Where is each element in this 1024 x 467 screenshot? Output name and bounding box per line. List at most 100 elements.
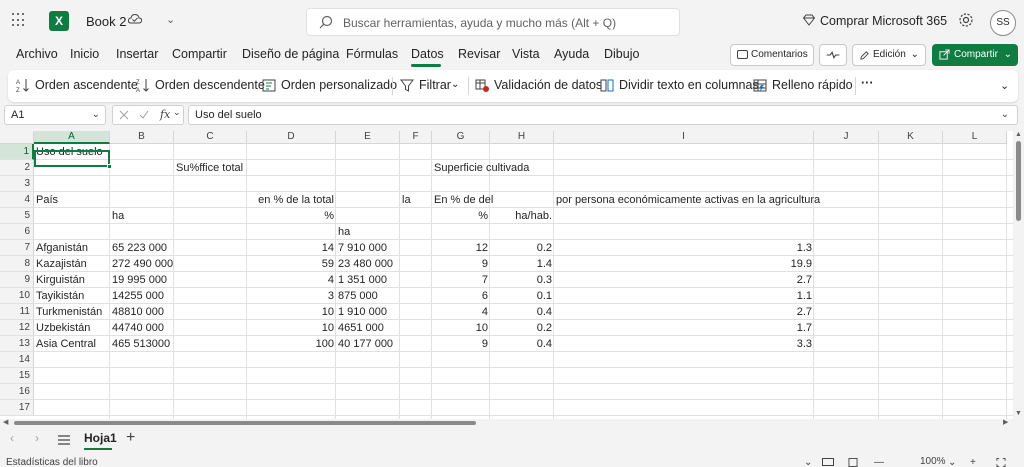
cell-h10[interactable]: 0.1 bbox=[490, 288, 554, 304]
row-header-11[interactable]: 11 bbox=[0, 304, 34, 320]
cell-i13[interactable]: 3.3 bbox=[554, 336, 814, 352]
ribbon-expand-chevron-icon[interactable]: ⌄ bbox=[1000, 79, 1009, 92]
cell-g4[interactable]: En % de del bbox=[432, 192, 493, 208]
share-button[interactable]: Compartir ⌄ bbox=[932, 44, 1018, 66]
cell-i8[interactable]: 19.9 bbox=[554, 256, 814, 272]
next-sheet-chevron-icon[interactable]: › bbox=[35, 431, 39, 445]
cell-b12[interactable]: 44740 000 bbox=[110, 320, 166, 336]
cell-e7[interactable]: 7 910 000 bbox=[336, 240, 389, 256]
row-header-2[interactable]: 2 bbox=[0, 160, 34, 176]
split-text-to-columns-button[interactable]: Dividir texto en columnas bbox=[619, 78, 759, 92]
row-header-9[interactable]: 9 bbox=[0, 272, 34, 288]
cell-g2[interactable]: Superficie cultivada bbox=[432, 160, 529, 176]
horizontal-scroll-thumb[interactable] bbox=[14, 421, 476, 425]
tab-datos[interactable]: Datos bbox=[411, 47, 444, 61]
workbook-title[interactable]: Book 2 bbox=[86, 14, 126, 29]
cell-style-icon[interactable] bbox=[848, 458, 858, 467]
row-header-7[interactable]: 7 bbox=[0, 240, 34, 256]
cell-a9[interactable]: Kirguistán bbox=[34, 272, 87, 288]
row-header-12[interactable]: 12 bbox=[0, 320, 34, 336]
cell-b9[interactable]: 19 995 000 bbox=[110, 272, 169, 288]
select-all-corner[interactable] bbox=[0, 131, 34, 144]
cell-a12[interactable]: Uzbekistán bbox=[34, 320, 92, 336]
flash-fill-button[interactable]: Relleno rápido bbox=[772, 78, 853, 92]
prev-sheet-chevron-icon[interactable]: ‹ bbox=[10, 431, 14, 445]
cell-a10[interactable]: Tayikistán bbox=[34, 288, 86, 304]
cell-g12[interactable]: 10 bbox=[432, 320, 490, 336]
cell-a7[interactable]: Afganistán bbox=[34, 240, 90, 256]
row-header-5[interactable]: 5 bbox=[0, 208, 34, 224]
column-header-g[interactable]: G bbox=[432, 131, 490, 144]
custom-sort-button[interactable]: Orden personalizado bbox=[281, 78, 397, 92]
sort-ascending-button[interactable]: Orden ascendente bbox=[35, 78, 138, 92]
cell-e9[interactable]: 1 351 000 bbox=[336, 272, 389, 288]
cell-e12[interactable]: 4651 000 bbox=[336, 320, 386, 336]
sheet-tab-hoja1[interactable]: Hoja1 bbox=[80, 431, 121, 445]
cell-d5[interactable]: % bbox=[247, 208, 336, 224]
cell-g13[interactable]: 9 bbox=[432, 336, 490, 352]
fullscreen-icon[interactable] bbox=[996, 458, 1006, 467]
scroll-left-arrow-icon[interactable]: ◀ bbox=[3, 418, 8, 426]
keyboard-icon[interactable] bbox=[822, 458, 834, 466]
confirm-check-icon[interactable] bbox=[139, 110, 149, 120]
name-box[interactable]: A1 ⌄ bbox=[4, 105, 106, 125]
cell-h8[interactable]: 1.4 bbox=[490, 256, 554, 272]
row-header-17[interactable]: 17 bbox=[0, 400, 34, 416]
more-options-icon[interactable]: ··· bbox=[861, 76, 874, 90]
cell-h12[interactable]: 0.2 bbox=[490, 320, 554, 336]
tab-dibujo[interactable]: Dibujo bbox=[604, 47, 639, 61]
status-chevron-down-icon[interactable]: ⌄ bbox=[804, 457, 812, 467]
cell-g10[interactable]: 6 bbox=[432, 288, 490, 304]
cell-h9[interactable]: 0.3 bbox=[490, 272, 554, 288]
cell-d12[interactable]: 10 bbox=[247, 320, 336, 336]
cell-d10[interactable]: 3 bbox=[247, 288, 336, 304]
app-launcher-icon[interactable] bbox=[12, 13, 26, 27]
cell-b13[interactable]: 465 513000 bbox=[110, 336, 172, 352]
row-header-14[interactable]: 14 bbox=[0, 352, 34, 368]
row-header-8[interactable]: 8 bbox=[0, 256, 34, 272]
tab-formulas[interactable]: Fórmulas bbox=[346, 47, 398, 61]
cell-e13[interactable]: 40 177 000 bbox=[336, 336, 395, 352]
tab-vista[interactable]: Vista bbox=[512, 47, 540, 61]
tab-ayuda[interactable]: Ayuda bbox=[554, 47, 589, 61]
row-header-3[interactable]: 3 bbox=[0, 176, 34, 192]
buy-microsoft-365-link[interactable]: Comprar Microsoft 365 bbox=[820, 14, 947, 28]
cell-g8[interactable]: 9 bbox=[432, 256, 490, 272]
tab-compartir[interactable]: Compartir bbox=[172, 47, 227, 61]
cell-e10[interactable]: 875 000 bbox=[336, 288, 380, 304]
tab-insertar[interactable]: Insertar bbox=[116, 47, 158, 61]
tab-inicio[interactable]: Inicio bbox=[70, 47, 99, 61]
row-header-16[interactable]: 16 bbox=[0, 384, 34, 400]
filter-chevron-down-icon[interactable]: ⌄ bbox=[451, 79, 459, 90]
comments-button[interactable]: Comentarios bbox=[730, 44, 814, 66]
fx-chevron-down-icon[interactable]: ⌄ bbox=[173, 107, 181, 118]
column-header-i[interactable]: I bbox=[554, 131, 814, 144]
cell-g11[interactable]: 4 bbox=[432, 304, 490, 320]
search-box[interactable]: Buscar herramientas, ayuda y mucho más (… bbox=[306, 8, 680, 36]
editing-mode-button[interactable]: Edición ⌄ bbox=[852, 44, 926, 66]
cell-h5[interactable]: ha/hab. bbox=[490, 208, 554, 224]
cell-a4[interactable]: País bbox=[34, 192, 60, 208]
cell-i9[interactable]: 2.7 bbox=[554, 272, 814, 288]
cell-g5[interactable]: % bbox=[432, 208, 490, 224]
cell-g7[interactable]: 12 bbox=[432, 240, 490, 256]
cell-i10[interactable]: 1.1 bbox=[554, 288, 814, 304]
cell-e6[interactable]: ha bbox=[336, 224, 352, 240]
cell-d4[interactable]: en % de la total bbox=[247, 192, 336, 208]
column-header-a[interactable]: A bbox=[34, 131, 110, 144]
gear-icon[interactable] bbox=[958, 12, 974, 28]
cell-b8[interactable]: 272 490 000 bbox=[110, 256, 175, 272]
vertical-scroll-thumb[interactable] bbox=[1016, 141, 1021, 221]
cell-e8[interactable]: 23 480 000 bbox=[336, 256, 395, 272]
cell-h13[interactable]: 0.4 bbox=[490, 336, 554, 352]
row-header-13[interactable]: 13 bbox=[0, 336, 34, 352]
tab-revisar[interactable]: Revisar bbox=[458, 47, 500, 61]
zoom-chevron-down-icon[interactable]: ⌄ bbox=[948, 457, 956, 467]
cell-d8[interactable]: 59 bbox=[247, 256, 336, 272]
row-header-10[interactable]: 10 bbox=[0, 288, 34, 304]
sort-descending-button[interactable]: Orden descendente bbox=[155, 78, 265, 92]
cell-i4[interactable]: por persona económicamente activas en la… bbox=[554, 192, 820, 208]
cell-a8[interactable]: Kazajistán bbox=[34, 256, 89, 272]
row-header-4[interactable]: 4 bbox=[0, 192, 34, 208]
formula-input[interactable]: Uso del suelo ⌄ bbox=[188, 105, 1018, 125]
